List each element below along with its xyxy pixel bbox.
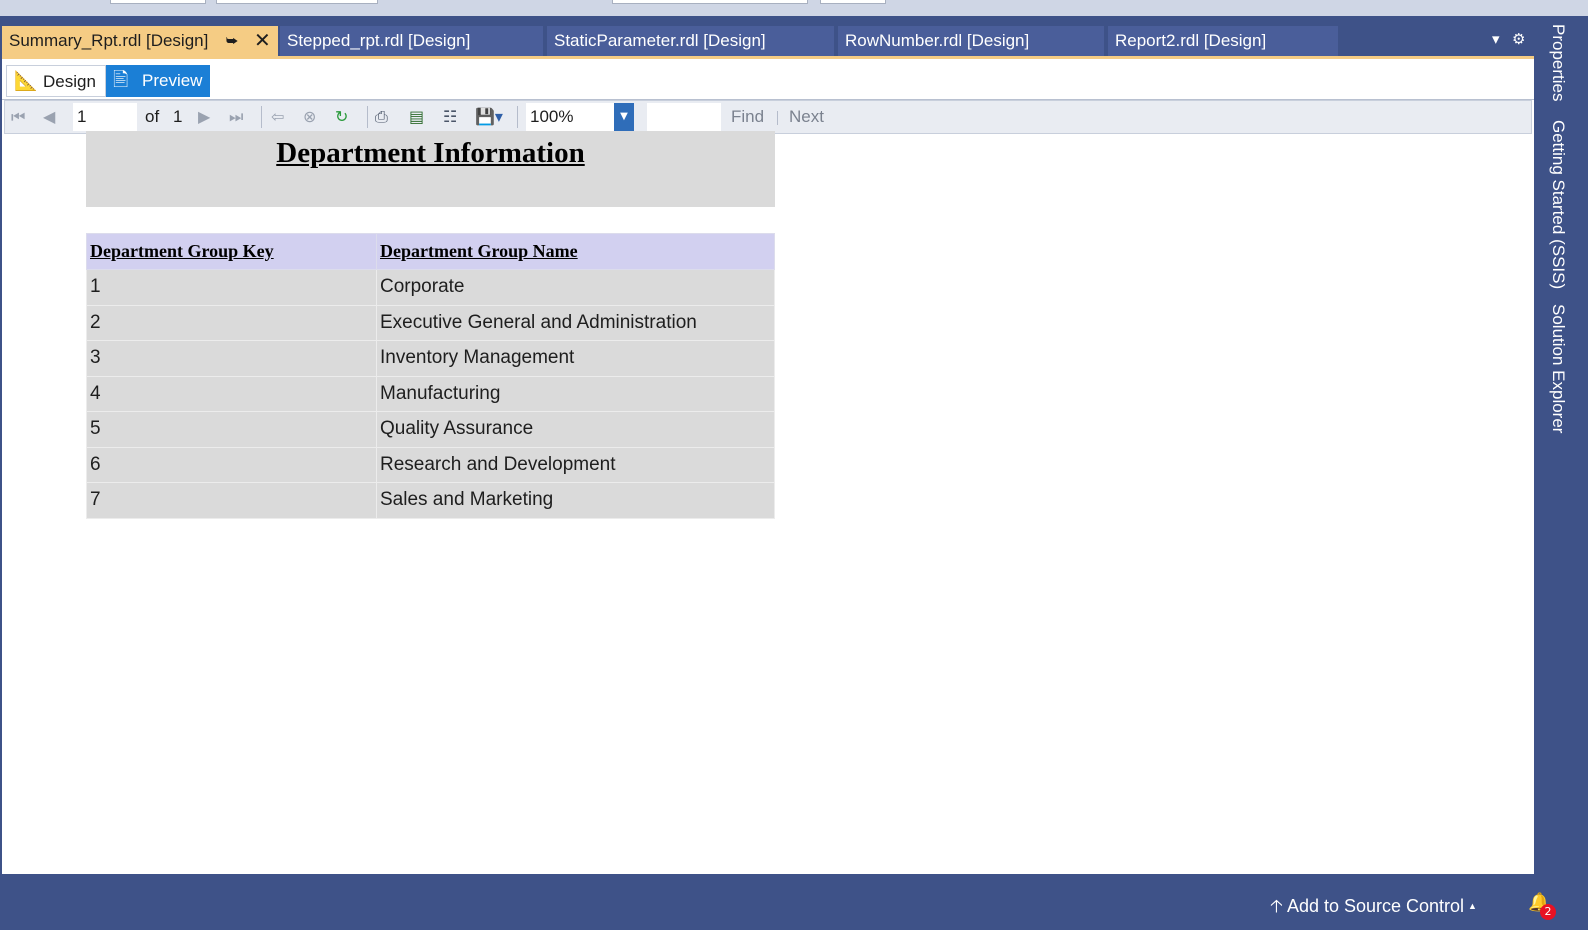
- solution-explorer-tab[interactable]: Solution Explorer: [1548, 304, 1568, 433]
- arrow-up-icon: 🡡: [1270, 896, 1283, 916]
- table-row: 1 Corporate: [86, 269, 775, 306]
- table-row: 3 Inventory Management: [86, 340, 775, 377]
- table-row: 5 Quality Assurance: [86, 411, 775, 448]
- table-row: 6 Research and Development: [86, 446, 775, 483]
- tab-label: Report2.rdl [Design]: [1115, 31, 1267, 50]
- group-name-cell: Manufacturing: [376, 375, 775, 412]
- total-pages: 1: [173, 107, 183, 126]
- group-key-cell: 4: [86, 375, 377, 412]
- group-name-cell: Research and Development: [376, 446, 775, 483]
- find-button[interactable]: Find: [731, 107, 764, 127]
- page-number-input[interactable]: 1: [73, 103, 137, 131]
- properties-tab[interactable]: Properties: [1548, 24, 1568, 101]
- separator: [367, 106, 368, 128]
- report-header: Department Information: [86, 131, 775, 207]
- chevron-down-icon[interactable]: ▼: [614, 103, 634, 131]
- of-label: of: [145, 107, 160, 126]
- last-page-icon[interactable]: ⏭: [229, 107, 243, 127]
- page-setup-icon[interactable]: ☷: [443, 107, 457, 127]
- gear-icon[interactable]: ⚙: [1512, 30, 1525, 48]
- source-control-label: Add to Source Control: [1286, 896, 1465, 916]
- refresh-icon[interactable]: ↻: [335, 107, 348, 127]
- table-row: 4 Manufacturing: [86, 375, 775, 412]
- tab-label: Stepped_rpt.rdl [Design]: [287, 31, 471, 50]
- print-layout-icon[interactable]: ▤: [409, 107, 424, 127]
- preview-icon: 🖹: [113, 70, 129, 91]
- export-icon[interactable]: 💾▾: [475, 107, 503, 127]
- close-icon[interactable]: ✕: [254, 26, 271, 56]
- column-header: Department Group Name: [376, 233, 775, 270]
- group-name-cell: Corporate: [376, 269, 775, 306]
- tab-tools: ▾ ⚙: [1490, 26, 1534, 56]
- partial-control: [216, 0, 378, 4]
- table-header-row: Department Group Key Department Group Na…: [86, 233, 775, 270]
- document-tabs: Summary_Rpt.rdl [Design] ⮩ ✕ Stepped_rpt…: [2, 26, 1534, 56]
- tab-label: StaticParameter.rdl [Design]: [554, 31, 766, 50]
- group-name-cell: Quality Assurance: [376, 411, 775, 448]
- first-page-icon[interactable]: ⏮: [11, 107, 25, 127]
- tab-label: RowNumber.rdl [Design]: [845, 31, 1030, 50]
- group-key-cell: 1: [86, 269, 377, 306]
- design-icon: 📐: [14, 71, 38, 92]
- table-row: 7 Sales and Marketing: [86, 482, 775, 519]
- partial-control: [110, 0, 206, 4]
- tab-summary-rpt[interactable]: Summary_Rpt.rdl [Design] ⮩ ✕: [2, 26, 278, 56]
- report-viewer-toolbar: ⏮ ◀ 1 of 1 ▶ ⏭ ⇦ ⊗ ↻ ⎙ ▤ ☷ 💾▾ 100% ▼ Fin…: [4, 100, 1532, 134]
- right-tool-rail: Properties Getting Started (SSIS) Soluti…: [1536, 16, 1588, 884]
- tab-report2[interactable]: Report2.rdl [Design]: [1108, 26, 1338, 56]
- pin-icon[interactable]: ⮩: [226, 26, 238, 56]
- partial-control: [820, 0, 886, 4]
- column-header: Department Group Key: [86, 233, 377, 270]
- group-name-cell: Sales and Marketing: [376, 482, 775, 519]
- group-name-cell: Executive General and Administration: [376, 304, 775, 341]
- partial-control: [612, 0, 808, 4]
- report-preview: Department Information Department Group …: [86, 131, 776, 519]
- preview-label: Preview: [142, 71, 203, 90]
- getting-started-ssis-tab[interactable]: Getting Started (SSIS): [1548, 120, 1568, 289]
- tab-label: Summary_Rpt.rdl [Design]: [9, 31, 209, 50]
- design-button[interactable]: 📐 Design: [6, 65, 106, 97]
- group-key-cell: 6: [86, 446, 377, 483]
- group-key-cell: 2: [86, 304, 377, 341]
- mode-bar: 📐 Design 🖹 Preview: [2, 62, 1534, 100]
- group-key-cell: 5: [86, 411, 377, 448]
- status-bar: 🡡 Add to Source Control ▴ 🔔 2: [0, 884, 1588, 930]
- group-name-cell: Inventory Management: [376, 340, 775, 377]
- department-table: Department Group Key Department Group Na…: [86, 233, 775, 519]
- tab-stepped-rpt[interactable]: Stepped_rpt.rdl [Design]: [280, 26, 543, 56]
- separator: [261, 106, 262, 128]
- notification-badge: 2: [1540, 904, 1556, 920]
- tab-static-parameter[interactable]: StaticParameter.rdl [Design]: [547, 26, 834, 56]
- back-icon[interactable]: ⇦: [271, 107, 284, 127]
- next-button[interactable]: Next: [789, 107, 824, 127]
- table-row: 2 Executive General and Administration: [86, 304, 775, 341]
- tab-list-dropdown-icon[interactable]: ▾: [1492, 30, 1500, 48]
- previous-page-icon[interactable]: ◀: [43, 107, 55, 127]
- group-key-cell: 7: [86, 482, 377, 519]
- tab-row-number[interactable]: RowNumber.rdl [Design]: [838, 26, 1104, 56]
- print-icon[interactable]: ⎙: [375, 107, 388, 127]
- design-label: Design: [43, 72, 96, 91]
- separator: [777, 111, 778, 125]
- report-title: Department Information: [276, 137, 585, 169]
- stop-icon[interactable]: ⊗: [303, 107, 316, 127]
- preview-button[interactable]: 🖹 Preview: [106, 65, 210, 97]
- separator: [517, 106, 518, 128]
- add-to-source-control-button[interactable]: 🡡 Add to Source Control ▴: [1270, 894, 1476, 924]
- top-strip: [0, 0, 1588, 16]
- group-key-cell: 3: [86, 340, 377, 377]
- next-page-icon[interactable]: ▶: [198, 107, 210, 127]
- caret-up-icon: ▴: [1469, 896, 1476, 916]
- find-input[interactable]: [647, 103, 721, 131]
